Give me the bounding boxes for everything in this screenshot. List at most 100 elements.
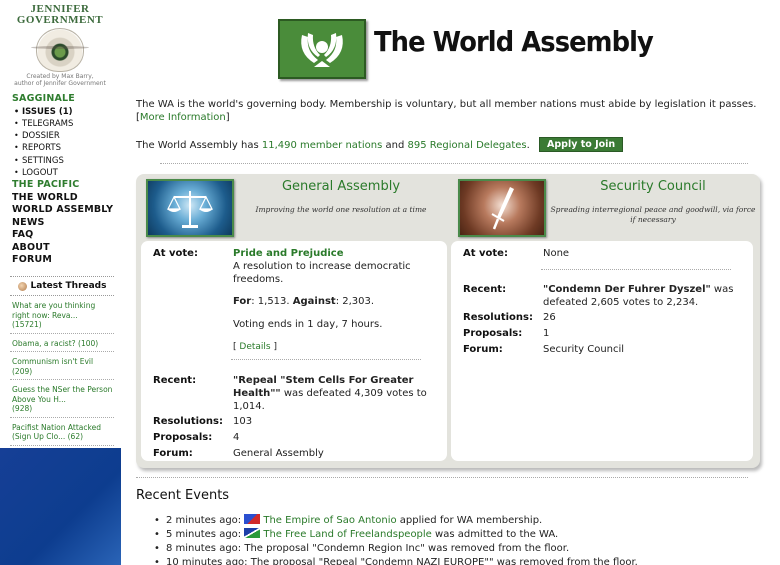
latest-threads-header: Latest Threads [10,276,114,296]
sc-title[interactable]: Security Council [558,179,748,194]
sc-at-vote-value: None [543,248,570,259]
thread-count: (209) [12,366,33,376]
ga-details: [ Details ] [233,341,443,354]
thread-item[interactable]: Guess the NSer the Person Above You H...… [10,380,114,418]
scales-icon[interactable] [146,179,234,237]
ga-forum-link[interactable]: General Assembly [233,447,324,460]
ga-proposal-title[interactable]: Pride and Prejudice [233,247,443,260]
details-open: [ [233,342,237,352]
divider [231,359,421,360]
nav-issues-label: ISSUES (1) [22,106,73,117]
wa-header: The World Assembly [278,19,654,79]
for-value: : 1,513. [251,296,290,307]
nav-forum[interactable]: FORUM [12,254,120,267]
nav-telegrams[interactable]: • TELEGRAMS [12,118,120,130]
nav-settings-label: SETTINGS [22,155,64,166]
nav-world-assembly[interactable]: WORLD ASSEMBLY [12,204,120,217]
eye-icon [31,28,89,72]
chambers-panel: General Assembly Improving the world one… [136,174,760,468]
regional-delegates-link[interactable]: 895 Regional Delegates [408,140,527,151]
nav-logout[interactable]: • LOGOUT [12,167,120,179]
divider [136,477,748,478]
event-item: • 10 minutes ago: The proposal "Repeal "C… [154,556,774,565]
more-info-link[interactable]: More Information [140,112,226,123]
ga-at-vote-label: At vote: [153,248,198,259]
nav-logout-label: LOGOUT [22,167,58,178]
member-nations-link[interactable]: 11,490 member nations [262,140,382,151]
sc-at-vote-label: At vote: [463,248,508,259]
logo-line2: GOVERNMENT [16,14,104,26]
sword-icon[interactable] [458,179,546,237]
ga-recent-label: Recent: [153,375,197,386]
event-text: The proposal "Condemn Region Inc" was re… [241,543,570,554]
thread-item[interactable]: What are you thinking right now: Reva...… [10,296,114,334]
thread-title: Guess the NSer the Person Above You H... [12,385,113,404]
nav-news[interactable]: NEWS [12,217,120,230]
latest-threads-title: Latest Threads [30,281,107,291]
ga-voting-ends: Voting ends in 1 day, 7 hours. [233,319,383,330]
ga-resolutions-link[interactable]: 103 [233,415,252,428]
event-time: 10 minutes ago: [166,557,248,565]
thread-item[interactable]: Pacifist Nation Attacked (Sign Up Clo...… [10,418,114,446]
membership-summary: The World Assembly has 11,490 member nat… [136,137,624,152]
wa-intro: The WA is the world's governing body. Me… [136,98,776,124]
sc-proposals-link[interactable]: 1 [543,327,549,340]
event-text: applied for WA membership. [396,515,543,526]
divider [541,269,731,270]
thread-count: (100) [78,338,99,348]
ga-proposals-link[interactable]: 4 [233,431,239,444]
nav-reports[interactable]: • REPORTS [12,142,120,154]
nav-about[interactable]: ABOUT [12,242,120,255]
sc-tagline: Spreading interregional peace and goodwi… [550,205,756,224]
ga-details-link[interactable]: Details [239,342,270,352]
recent-events-list: • 2 minutes ago: The Empire of Sao Antoni… [154,514,774,565]
nav-world[interactable]: THE WORLD [12,192,120,205]
ga-title[interactable]: General Assembly [246,179,436,194]
sc-recent-label: Recent: [463,284,507,295]
event-time: 5 minutes ago: [166,529,242,540]
thread-item[interactable]: Obama, a racist? (100) [10,334,114,352]
ga-card: At vote: Pride and Prejudice A resolutio… [141,241,447,461]
ga-proposals-label: Proposals: [153,432,213,443]
apply-to-join-button[interactable]: Apply to Join [539,137,624,152]
sc-forum-link[interactable]: Security Council [543,343,624,356]
sc-forum-label: Forum: [463,344,503,355]
against-value: : 2,303. [335,296,375,307]
event-nation-link[interactable]: The Empire of Sao Antonio [263,515,396,526]
sc-recent-title: "Condemn Der Fuhrer Dyszel" [543,284,711,295]
nav-dossier-label: DOSSIER [22,131,60,142]
thread-title: Pacifist Nation Attacked (Sign Up Clo... [12,422,101,442]
thread-item[interactable]: Communism isn't Evil (209) [10,352,114,380]
logo-credit2: author of Jennifer Government [14,80,106,87]
nav-faq[interactable]: FAQ [12,229,120,242]
advertisement-banner[interactable] [0,448,121,565]
nav-region[interactable]: SAGGINALE [12,93,120,106]
nav-settings[interactable]: • SETTINGS [12,155,120,167]
ga-vote-tally: For: 1,513. Against: 2,303. [233,295,443,308]
sc-resolutions-label: Resolutions: [463,312,533,323]
intro-text: The WA is the world's governing body. Me… [136,99,757,110]
ga-proposal-desc: A resolution to increase democratic free… [233,261,411,285]
event-item: • 8 minutes ago: The proposal "Condemn Re… [154,543,570,554]
main-nav: SAGGINALE • ISSUES (1) • TELEGRAMS • DOSSIE… [12,93,120,267]
sidebar: JENNIFER GOVERNMENT Created by Max Barry… [0,0,122,565]
event-time: 8 minutes ago: [166,543,242,554]
nav-dossier[interactable]: • DOSSIER [12,130,120,142]
details-close: ] [273,342,277,352]
nav-reports-label: REPORTS [22,143,61,154]
more-info-close: ] [225,112,230,123]
nav-pacific[interactable]: THE PACIFIC [12,179,120,192]
event-item: • 2 minutes ago: The Empire of Sao Antoni… [154,514,543,526]
wa-emblem-icon [278,19,366,79]
members-prefix: The World Assembly has [136,140,259,151]
thread-title: What are you thinking right now: Reva... [12,301,96,320]
sc-resolutions-link[interactable]: 26 [543,311,556,324]
nav-issues[interactable]: • ISSUES (1) [12,106,120,118]
event-text: The proposal "Repeal "Condemn NAZI EUROP… [247,557,638,565]
ga-forum-label: Forum: [153,448,193,459]
flag-icon [244,528,261,538]
event-nation-link[interactable]: The Free Land of Freelandspeople [263,529,431,540]
jennifer-government-logo[interactable]: JENNIFER GOVERNMENT Created by Max Barry… [8,4,112,88]
thread-count: (928) [12,404,33,413]
divider [160,163,748,164]
